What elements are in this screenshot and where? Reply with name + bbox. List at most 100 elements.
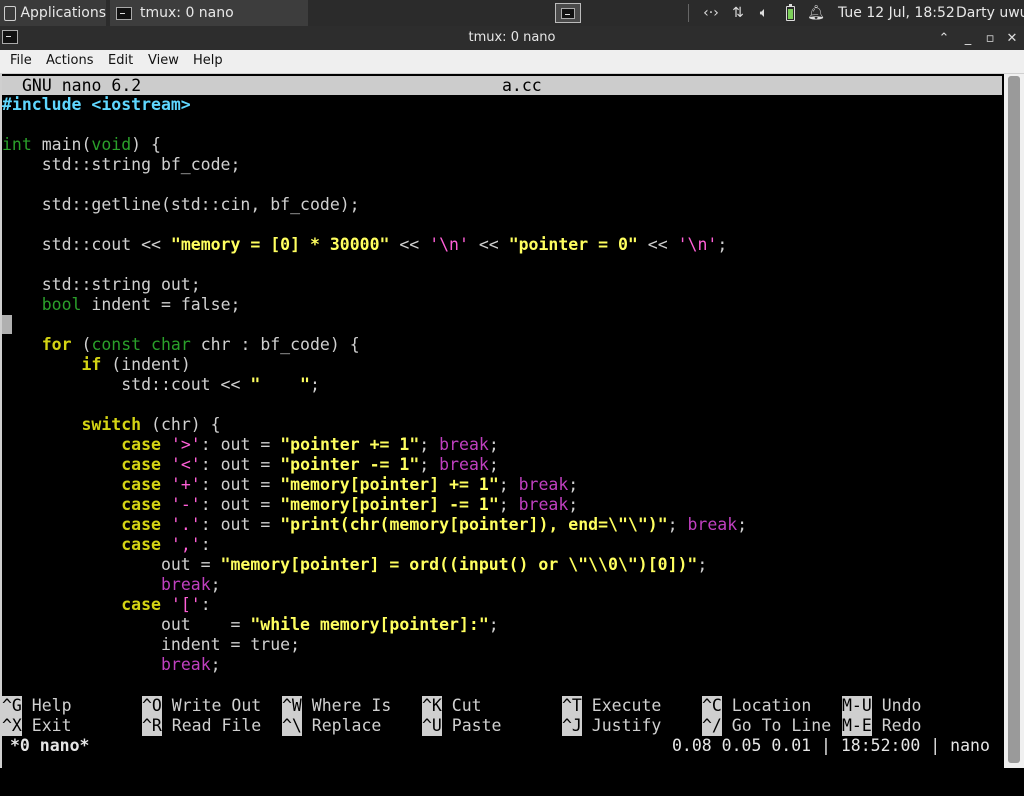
notification-bell-icon[interactable]: 🔔︎ — [806, 2, 826, 24]
shortcut-key: ^U — [422, 716, 442, 736]
shortcut-key: ^T — [562, 696, 582, 716]
window-titlebar[interactable]: tmux: 0 nano ⌃ _ ▫ ✕ — [0, 26, 1024, 50]
code-line[interactable]: case '.': out = "print(chr(memory[pointe… — [2, 515, 747, 535]
menu-file[interactable]: File — [10, 53, 32, 68]
code-token: ; — [488, 435, 499, 454]
tmux-status-right: 0.08 0.05 0.01 | 18:52:00 | nano — [672, 736, 990, 755]
shortcut-key: ^R — [142, 716, 162, 736]
code-line[interactable]: if (indent) — [2, 355, 191, 375]
code-line[interactable]: break; — [2, 575, 221, 595]
shortcut-label: Paste — [441, 716, 502, 735]
code-line[interactable]: out = "while memory[pointer]:"; — [2, 615, 499, 635]
code-token: std::string out; — [2, 275, 201, 294]
code-token: int — [2, 135, 32, 154]
code-line[interactable]: case '>': out = "pointer += 1"; break; — [2, 435, 499, 455]
shortcut-go-to-line[interactable]: ^/ Go To Line — [702, 716, 831, 736]
code-token: '.' — [170, 515, 201, 534]
code-line[interactable]: out = "memory[pointer] = ord((input() or… — [2, 555, 707, 575]
code-token: (chr) { — [141, 415, 221, 434]
code-line[interactable]: std::string out; — [2, 275, 201, 295]
code-line[interactable]: std::cout << " "; — [2, 375, 320, 395]
workspace-1[interactable] — [555, 3, 581, 23]
maximize-chevron-icon[interactable]: ⌃ — [934, 28, 954, 48]
tmux-window-list[interactable]: *0 nano* — [10, 736, 89, 756]
shortcut-exit[interactable]: ^X Exit — [2, 716, 72, 736]
code-token: (indent) — [101, 355, 191, 374]
shortcut-cut[interactable]: ^K Cut — [422, 696, 482, 716]
shortcut-execute[interactable]: ^T Execute — [562, 696, 661, 716]
user-menu[interactable]: Darty uwu — [956, 0, 1024, 26]
shortcut-write-out[interactable]: ^O Write Out — [142, 696, 261, 716]
code-token: std::string bf_code; — [2, 155, 241, 174]
shortcut-label: Write Out — [161, 696, 262, 715]
shortcut-undo[interactable]: M-U Undo — [842, 696, 921, 716]
code-token: const char — [91, 335, 191, 354]
code-line[interactable]: case '<': out = "pointer -= 1"; break; — [2, 455, 499, 475]
scrollbar[interactable] — [1004, 74, 1024, 768]
shortcut-paste[interactable]: ^U Paste — [422, 716, 501, 736]
code-token: break — [439, 455, 489, 474]
scrollbar-thumb[interactable] — [1008, 76, 1020, 763]
shortcut-key: ^O — [142, 696, 162, 716]
terminal-icon — [116, 6, 132, 20]
code-token: ) { — [131, 135, 161, 154]
shortcut-location[interactable]: ^C Location — [702, 696, 811, 716]
code-token: : out = — [200, 495, 281, 514]
code-line[interactable]: int main(void) { — [2, 135, 161, 155]
clock[interactable]: Tue 12 Jul, 18:52 — [838, 0, 955, 26]
shortcut-replace[interactable]: ^\ Replace — [282, 716, 381, 736]
volume-icon[interactable]: 🔈︎ — [754, 2, 774, 24]
code-line[interactable]: for (const char chr : bf_code) { — [2, 335, 360, 355]
code-token: '[' — [170, 595, 201, 614]
code-token: ; — [309, 375, 320, 394]
shortcut-justify[interactable]: ^J Justify — [562, 716, 661, 736]
code-token: #include <iostream> — [2, 95, 191, 114]
shortcut-redo[interactable]: M-E Redo — [842, 716, 921, 736]
shortcut-read-file[interactable]: ^R Read File — [142, 716, 261, 736]
code-line[interactable]: std::cout << "memory = [0] * 30000" << '… — [2, 235, 728, 255]
menu-edit[interactable]: Edit — [108, 53, 133, 68]
code-line[interactable]: case '+': out = "memory[pointer] += 1"; … — [2, 475, 578, 495]
shortcut-where-is[interactable]: ^W Where Is — [282, 696, 391, 716]
applications-menu-button[interactable]: Applications — [0, 0, 106, 26]
transfer-icon[interactable]: ⇅ — [728, 2, 748, 24]
code-line[interactable]: indent = true; — [2, 635, 300, 655]
menu-view[interactable]: View — [148, 53, 179, 68]
code-line[interactable]: case '-': out = "memory[pointer] -= 1"; … — [2, 495, 578, 515]
network-arrows-icon[interactable]: ‹·› — [700, 2, 722, 24]
nano-header: GNU nano 6.2 a.cc — [2, 76, 1002, 95]
code-token: case — [121, 495, 161, 514]
code-token: main( — [31, 135, 92, 154]
code-line[interactable]: case ',': — [2, 535, 210, 555]
code-token: case — [121, 435, 161, 454]
code-token: indent = true; — [2, 635, 301, 654]
minimize-button[interactable]: _ — [958, 28, 978, 48]
code-line[interactable]: bool indent = false; — [2, 295, 241, 315]
shortcut-key: M-U — [842, 696, 872, 716]
code-line[interactable]: std::string bf_code; — [2, 155, 241, 175]
menu-actions[interactable]: Actions — [46, 53, 94, 68]
workspace-switcher[interactable] — [552, 0, 584, 26]
restore-button[interactable]: ▫ — [980, 28, 1000, 48]
code-line[interactable]: std::getline(std::cin, bf_code); — [2, 195, 360, 215]
battery-icon[interactable] — [782, 2, 798, 24]
taskbar-item-label: tmux: 0 nano — [140, 5, 234, 21]
menu-help[interactable]: Help — [193, 53, 223, 68]
code-line[interactable]: #include <iostream> — [2, 95, 191, 115]
close-button[interactable]: ✕ — [1002, 28, 1022, 48]
code-line[interactable]: break; — [2, 655, 221, 675]
code-token: ; — [488, 455, 499, 474]
taskbar-item-tmux[interactable]: tmux: 0 nano — [110, 0, 308, 26]
code-line[interactable]: case '[': — [2, 595, 210, 615]
code-line[interactable]: switch (chr) { — [2, 415, 221, 435]
code-token: ; — [737, 515, 748, 534]
window-title: tmux: 0 nano — [468, 30, 556, 45]
code-token: ; — [419, 435, 440, 454]
shortcut-help[interactable]: ^G Help — [2, 696, 72, 716]
panel-separator — [688, 4, 689, 22]
code-token: break — [160, 575, 211, 594]
